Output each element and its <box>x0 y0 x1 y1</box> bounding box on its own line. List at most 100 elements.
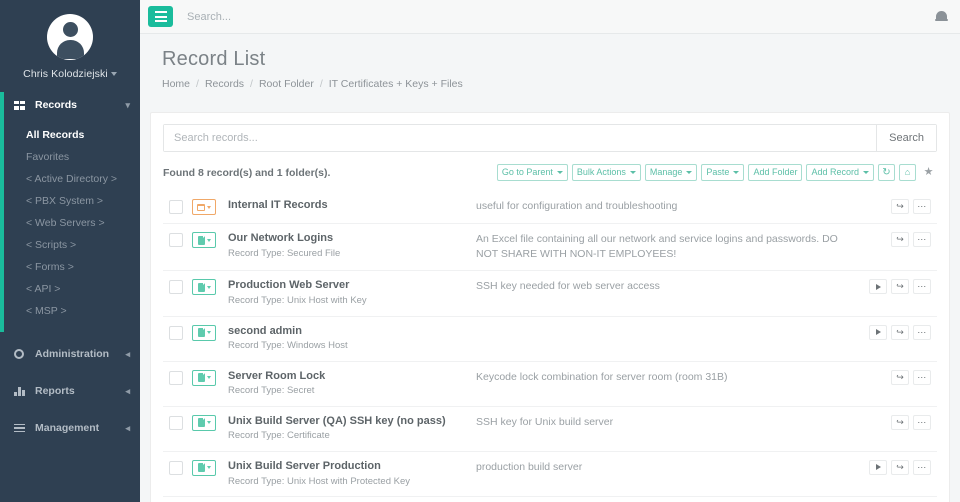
sidebar-item-scripts[interactable]: < Scripts > <box>0 234 140 256</box>
notification-bell-icon[interactable] <box>935 10 948 24</box>
record-file-icon[interactable] <box>192 279 216 296</box>
row-checkbox[interactable] <box>169 280 183 295</box>
record-type: Record Type: Certificate <box>228 430 330 442</box>
sidebar-item-pbx-system[interactable]: < PBX System > <box>0 190 140 212</box>
share-glyph: ↪ <box>896 201 904 211</box>
sidebar-item-active-directory[interactable]: < Active Directory > <box>0 168 140 190</box>
sidebar-item-all-records[interactable]: All Records <box>0 124 140 146</box>
table-row[interactable]: Unix Build Server (QA) SSH key (no pass)… <box>163 405 937 451</box>
record-name[interactable]: Internal IT Records <box>228 199 470 213</box>
more-options-icon[interactable]: ⋯ <box>913 199 931 214</box>
hamburger-menu-icon[interactable] <box>148 6 173 27</box>
record-file-icon[interactable] <box>192 369 216 386</box>
paste-button[interactable]: Paste <box>701 164 745 181</box>
row-checkbox[interactable] <box>169 460 183 475</box>
caret-down-icon <box>206 421 211 425</box>
table-row[interactable]: second admin Record Type: Windows Host ↪ ⋯ <box>163 315 937 361</box>
table-row[interactable]: Internal IT Records useful for configurat… <box>163 191 937 223</box>
sidebar-group-records-header[interactable]: Records ▾ <box>0 92 140 118</box>
page-header: Record List Home / Records / Root Folder / IT … <box>140 34 960 103</box>
more-options-icon[interactable]: ⋯ <box>913 414 931 430</box>
user-name[interactable]: Chris Kolodziejski <box>0 68 140 80</box>
row-actions: ↪ ⋯ <box>859 414 937 430</box>
breadcrumb-current[interactable]: IT Certificates + Keys + Files <box>329 78 463 90</box>
record-name[interactable]: Unix Build Server (QA) SSH key (no pass) <box>228 415 470 429</box>
table-row[interactable]: Web ServerRecord Type: Certificate↪⋯ <box>163 495 937 502</box>
sidebar-item-msp[interactable]: < MSP > <box>0 300 140 322</box>
manage-button[interactable]: Manage <box>644 164 698 181</box>
manage-label: Manage <box>649 167 683 177</box>
sidebar-records-sublist: All Records Favorites < Active Directory… <box>0 118 140 332</box>
bulk-actions-button[interactable]: Bulk Actions <box>571 164 641 181</box>
row-checkbox[interactable] <box>169 233 183 247</box>
add-folder-button[interactable]: Add Folder <box>748 164 803 181</box>
record-name[interactable]: Server Room Lock <box>228 370 470 384</box>
record-file-icon[interactable] <box>192 324 216 341</box>
record-name[interactable]: second admin <box>228 325 470 339</box>
row-checkbox[interactable] <box>169 325 183 340</box>
play-icon[interactable] <box>869 459 887 475</box>
breadcrumb-separator: / <box>250 78 253 90</box>
bell-icon[interactable]: ⌂ <box>899 164 916 181</box>
row-checkbox[interactable] <box>169 415 183 430</box>
folder-icon[interactable] <box>192 199 216 215</box>
breadcrumb-root-folder[interactable]: Root Folder <box>259 78 314 90</box>
search-button[interactable]: Search <box>876 125 936 151</box>
caret-down-icon <box>556 171 563 174</box>
share-icon[interactable]: ↪ <box>891 459 909 475</box>
more-options-icon[interactable]: ⋯ <box>913 279 931 295</box>
sidebar-item-reports[interactable]: Reports ◂ <box>0 376 140 406</box>
caret-down-icon <box>206 331 211 335</box>
sidebar-item-api[interactable]: < API > <box>0 278 140 300</box>
record-file-icon[interactable] <box>192 459 216 476</box>
sidebar-item-management[interactable]: Management ◂ <box>0 413 140 443</box>
table-row[interactable]: Unix Build Server Production Record Type:… <box>163 450 937 496</box>
record-file-icon[interactable] <box>192 232 216 248</box>
share-icon[interactable]: ↪ <box>891 324 909 340</box>
global-search-input[interactable] <box>187 10 935 23</box>
table-row[interactable]: Our Network Logins Record Type: Secured F… <box>163 223 937 270</box>
row-checkbox[interactable] <box>169 370 183 385</box>
add-record-button[interactable]: Add Record <box>806 164 874 181</box>
record-description: SSH key needed for web server access <box>476 280 660 293</box>
app-root: Chris Kolodziejski Records ▾ All Records… <box>0 0 960 502</box>
play-icon[interactable] <box>869 324 887 340</box>
user-profile[interactable]: Chris Kolodziejski <box>0 0 140 92</box>
record-file-icon[interactable] <box>192 414 216 431</box>
more-options-icon[interactable]: ⋯ <box>913 459 931 475</box>
play-glyph <box>875 283 881 290</box>
more-options-icon[interactable]: ⋯ <box>913 232 931 247</box>
refresh-icon[interactable]: ↻ <box>878 164 895 181</box>
go-to-parent-button[interactable]: Go to Parent <box>496 164 568 181</box>
sidebar-item-forms[interactable]: < Forms > <box>0 256 140 278</box>
row-checkbox[interactable] <box>169 200 183 214</box>
play-icon[interactable] <box>869 279 887 295</box>
add-record-label: Add Record <box>811 167 859 177</box>
sidebar-item-administration[interactable]: Administration ◂ <box>0 339 140 369</box>
sidebar-item-favorites[interactable]: Favorites <box>0 146 140 168</box>
share-icon[interactable]: ↪ <box>891 369 909 385</box>
table-row[interactable]: Production Web Server Record Type: Unix H… <box>163 270 937 315</box>
breadcrumb-records[interactable]: Records <box>205 78 244 90</box>
search-records-input[interactable] <box>164 125 877 151</box>
record-name[interactable]: Our Network Logins <box>228 232 470 246</box>
caret-down-icon <box>206 238 211 242</box>
share-icon[interactable]: ↪ <box>891 232 909 247</box>
record-name[interactable]: Production Web Server <box>228 279 470 293</box>
more-options-icon[interactable]: ⋯ <box>913 324 931 340</box>
more-options-icon[interactable]: ⋯ <box>913 369 931 385</box>
share-icon[interactable]: ↪ <box>891 279 909 295</box>
record-name[interactable]: Unix Build Server Production <box>228 460 470 474</box>
page-title: Record List <box>162 48 266 70</box>
breadcrumb-home[interactable]: Home <box>162 78 190 90</box>
more-glyph: ⋯ <box>917 416 927 427</box>
share-icon[interactable]: ↪ <box>891 414 909 430</box>
record-description: An Excel file containing all our network… <box>476 233 838 261</box>
user-avatar-icon <box>47 14 93 60</box>
sidebar-item-web-servers[interactable]: < Web Servers > <box>0 212 140 234</box>
found-count-label: Found 8 record(s) and 1 folder(s). <box>163 166 331 179</box>
table-row[interactable]: Server Room Lock Record Type: Secret Keyco… <box>163 360 937 406</box>
star-icon[interactable]: ★ <box>920 164 937 181</box>
share-icon[interactable]: ↪ <box>891 199 909 214</box>
sidebar-item-reports-label: Reports <box>35 385 75 397</box>
